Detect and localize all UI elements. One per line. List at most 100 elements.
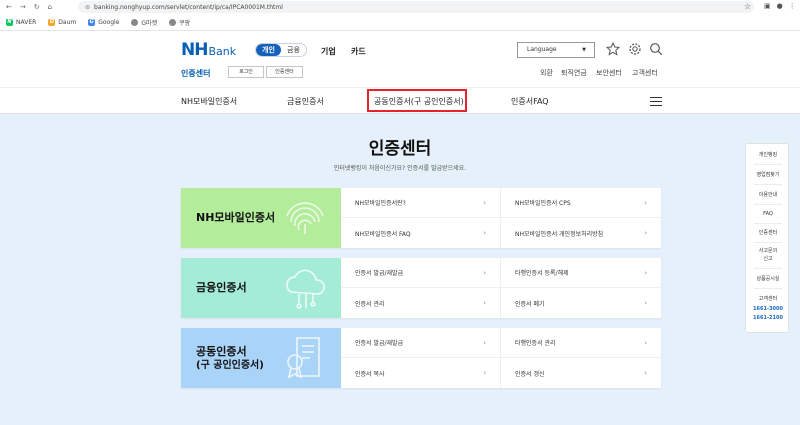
chevron-right-icon: › [483, 299, 486, 307]
util-customer-center[interactable]: 고객센터 [632, 68, 658, 78]
nh-bank-logo[interactable]: NH Bank [181, 40, 236, 60]
browser-nav: ← → ↻ ⌂ [0, 3, 74, 11]
quick-user-guide[interactable]: 이용안내 [746, 192, 790, 199]
certificate-tab-menu: NH모바일인증서 금융인증서 공동인증서(구 공인인증서) 인증서FAQ [0, 87, 800, 114]
daum-icon: D [48, 18, 56, 26]
bookmark-coupang[interactable]: 쿠팡 [169, 18, 190, 27]
chevron-right-icon: › [483, 369, 486, 377]
quick-incident-inquiry[interactable]: 사고문의 [746, 248, 790, 255]
quick-customer-center: 고객센터 [758, 296, 778, 302]
chevron-right-icon: › [483, 229, 486, 237]
cert-card-nh-mobile[interactable]: NH모바일인증서 [181, 188, 341, 248]
address-bar[interactable]: ⊜ banking.nonghyup.com/servlet/content/i… [78, 1, 754, 13]
search-icon[interactable] [649, 42, 663, 56]
hamburger-menu-icon[interactable] [650, 97, 662, 106]
link-joint-copy[interactable]: 인증서 복사 › [341, 358, 501, 388]
util-retirement-pension[interactable]: 퇴직연금 [561, 68, 587, 78]
globe-icon [169, 18, 177, 26]
quick-menu: 개인뱅킹 영업점찾기 이용안내 FAQ 인증센터 사고문의 신고 상품공시실 고… [745, 143, 789, 333]
chevron-right-icon: › [483, 268, 486, 277]
login-button[interactable]: 로그인 [228, 66, 264, 78]
site-info-icon[interactable]: ⊜ [85, 4, 90, 11]
bookmarks-bar: N NAVER D Daum G Google G마켓 쿠팡 [0, 14, 800, 31]
bookmark-naver[interactable]: N NAVER [6, 18, 36, 26]
tab-cert-faq[interactable]: 인증서FAQ [511, 96, 549, 107]
caret-down-icon: ▼ [582, 47, 586, 53]
tab-joint-cert[interactable]: 공동인증서(구 공인인증서) [374, 96, 464, 107]
link-joint-other-bank[interactable]: 타행인증서 관리 › [501, 328, 661, 358]
chevron-right-icon: › [644, 229, 647, 237]
extension-icon[interactable]: ▣ [764, 2, 771, 10]
home-icon[interactable]: ⌂ [48, 3, 52, 11]
chevron-right-icon: › [644, 299, 647, 307]
cert-links-nh-mobile: NH모바일인증서란? › NH모바일인증서 CPS › NH모바일인증서 FAQ › … [341, 188, 661, 248]
quick-faq[interactable]: FAQ [746, 211, 790, 218]
chevron-right-icon: › [644, 198, 647, 207]
phone-number[interactable]: 1661-3000 [746, 306, 790, 313]
page-title: 인증센터 [368, 139, 432, 159]
back-icon[interactable]: ← [6, 3, 12, 11]
language-select[interactable]: Language ▼ [517, 42, 595, 58]
site-header: NH Bank 개인 금융 기업 카드 Language ▼ 인증센터 로그인 … [0, 31, 800, 87]
link-nh-mobile-privacy[interactable]: NH모바일인증서 개인정보처리방침 › [501, 218, 661, 248]
favorite-star-icon[interactable] [606, 42, 620, 56]
customer-type-toggle: 개인 금융 [255, 43, 307, 57]
cert-center-button[interactable]: 인증센터 [266, 66, 303, 78]
segment-finance[interactable]: 금융 [281, 44, 306, 56]
menu-dots-icon[interactable]: ⋮ [789, 2, 796, 10]
bookmark-gmarket[interactable]: G마켓 [131, 18, 157, 27]
reload-icon[interactable]: ↻ [34, 3, 40, 11]
divider [754, 184, 782, 185]
globe-icon [131, 18, 139, 26]
cert-card-joint[interactable]: 공동인증서 (구 공인인증서) [181, 328, 341, 388]
cloud-icon [286, 269, 325, 309]
link-financial-issue[interactable]: 인증서 발급/재발급 › [341, 258, 501, 288]
quick-personal-banking[interactable]: 개인뱅킹 [746, 152, 790, 159]
divider [754, 242, 782, 243]
tab-nh-mobile-cert[interactable]: NH모바일인증서 [181, 96, 237, 107]
quick-cert-center[interactable]: 인증센터 [746, 230, 790, 237]
cert-row-nh-mobile: NH모바일인증서 NH모바일인증서란? › NH모바일인증서 CPS › NH모바일… [181, 188, 661, 248]
chevron-right-icon: › [644, 369, 647, 377]
naver-icon: N [6, 18, 13, 26]
divider [754, 164, 782, 165]
url-text: banking.nonghyup.com/servlet/content/ip/… [94, 3, 283, 11]
link-financial-revoke[interactable]: 인증서 폐기 › [501, 288, 661, 318]
gnb-corporate[interactable]: 기업 [321, 46, 336, 57]
profile-icon[interactable]: ● [777, 2, 783, 10]
document-seal-icon [287, 337, 320, 379]
link-financial-other-bank[interactable]: 타행인증서 등록/해제 › [501, 258, 661, 288]
fingerprint-icon [286, 202, 324, 234]
quick-incident-report[interactable]: 신고 [746, 256, 790, 263]
chevron-right-icon: › [644, 268, 647, 277]
quick-product-disclosure[interactable]: 상품공시실 [746, 276, 790, 283]
cert-row-joint: 공동인증서 (구 공인인증서) 인증서 발급/재발급 › 타행인증서 관리 › 인증… [181, 328, 661, 388]
link-nh-mobile-what[interactable]: NH모바일인증서란? › [341, 188, 501, 218]
divider [754, 288, 782, 289]
page-description: 인터넷뱅킹이 처음이신가요? 인증서를 발급받으세요. [333, 165, 467, 172]
link-joint-renew[interactable]: 인증서 갱신 › [501, 358, 661, 388]
link-joint-issue[interactable]: 인증서 발급/재발급 › [341, 328, 501, 358]
cert-links-financial: 인증서 발급/재발급 › 타행인증서 등록/해제 › 인증서 관리 › 인증서 폐기 › [341, 258, 661, 318]
divider [754, 268, 782, 269]
phone-number[interactable]: 1661-2100 [746, 315, 790, 322]
link-financial-manage[interactable]: 인증서 관리 › [341, 288, 501, 318]
util-foreign-exchange[interactable]: 외환 [540, 68, 553, 78]
settings-gear-icon[interactable] [628, 42, 642, 56]
browser-toolbar: ← → ↻ ⌂ ⊜ banking.nonghyup.com/servlet/c… [0, 0, 800, 14]
util-security-center[interactable]: 보안센터 [596, 68, 622, 78]
forward-icon[interactable]: → [20, 3, 26, 11]
cert-card-financial[interactable]: 금융인증서 [181, 258, 341, 318]
bookmark-google[interactable]: G Google [88, 18, 119, 26]
tab-financial-cert[interactable]: 금융인증서 [287, 96, 324, 107]
segment-personal[interactable]: 개인 [256, 44, 281, 56]
link-nh-mobile-cps[interactable]: NH모바일인증서 CPS › [501, 188, 661, 218]
bookmark-star-icon[interactable]: ☆ [744, 2, 751, 11]
cert-row-financial: 금융인증서 인증서 발급/재발급 › 타행인증서 등록/해제 › 인증서 관리 › 인… [181, 258, 661, 318]
link-nh-mobile-faq[interactable]: NH모바일인증서 FAQ › [341, 218, 501, 248]
section-title[interactable]: 인증센터 [181, 68, 210, 79]
gnb-card[interactable]: 카드 [351, 46, 366, 57]
quick-branch-finder[interactable]: 영업점찾기 [746, 172, 790, 179]
cert-links-joint: 인증서 발급/재발급 › 타행인증서 관리 › 인증서 복사 › 인증서 갱신 › [341, 328, 661, 388]
bookmark-daum[interactable]: D Daum [48, 18, 76, 26]
